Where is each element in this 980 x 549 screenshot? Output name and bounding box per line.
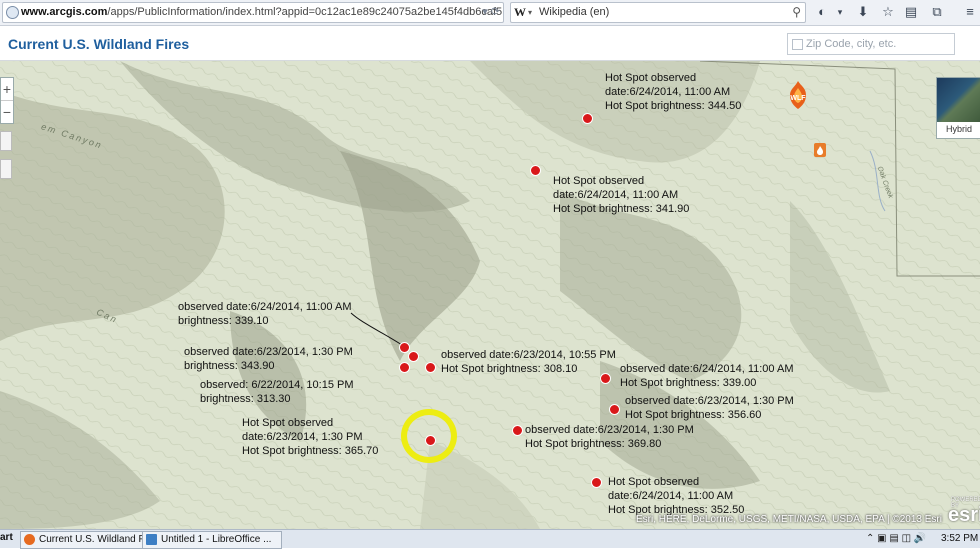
app-header: Current U.S. Wildland Fires Zip Code, ci… xyxy=(0,26,980,61)
bookmark-star-icon[interactable]: ☆ xyxy=(880,4,896,20)
hotspot-popup: Hot Spot observed date:6/23/2014, 1:30 PM… xyxy=(242,417,379,457)
topographic-basemap xyxy=(0,61,980,529)
globe-icon xyxy=(6,6,19,19)
location-search-input[interactable]: Zip Code, city, etc. xyxy=(787,33,955,55)
libreoffice-icon xyxy=(146,534,157,545)
hotspot-popup: Hot Spot observed date:6/24/2014, 11:00 A… xyxy=(553,175,690,215)
home-button[interactable] xyxy=(0,131,12,151)
taskbar-item-label: Current U.S. Wildland F... xyxy=(39,534,152,545)
hotspot-marker[interactable] xyxy=(512,425,523,436)
wildfire-incident-icon[interactable]: WLF xyxy=(786,80,810,110)
firefox-icon xyxy=(24,534,35,545)
address-bar[interactable]: www.arcgis.com/apps/PublicInformation/in… xyxy=(2,2,504,23)
zoom-in-button[interactable]: + xyxy=(1,78,13,100)
hotspot-popup: Hot Spot observed date:6/24/2014, 11:00 A… xyxy=(608,476,745,516)
hotspot-popup: observed date:6/23/2014, 1:30 PM brightne… xyxy=(184,346,353,372)
basemap-thumbnail xyxy=(937,78,980,122)
locate-button[interactable] xyxy=(0,159,12,179)
hotspot-marker[interactable] xyxy=(425,362,436,373)
addon-icon[interactable]: ◐ xyxy=(814,4,830,20)
hotspot-marker[interactable] xyxy=(399,342,410,353)
system-tray-icons[interactable]: ⌃ ▣ ▤ ◫ 🔊 xyxy=(866,531,926,547)
hotspot-marker[interactable] xyxy=(609,404,620,415)
search-placeholder: Zip Code, city, etc. xyxy=(806,38,897,50)
esri-logo[interactable]: esri xyxy=(948,504,980,527)
zoom-out-button[interactable]: − xyxy=(1,100,13,123)
map-attribution: Esri, HERE, DeLorme, USGS, METI/NASA, US… xyxy=(636,514,942,525)
location-icon xyxy=(792,39,803,50)
hotspot-popup: Hot Spot observed date:6/24/2014, 11:00 A… xyxy=(605,72,742,112)
taskbar-item-firefox[interactable]: Current U.S. Wildland F... xyxy=(20,531,160,549)
reload-icon[interactable]: ▾ ⟳ xyxy=(482,3,500,22)
hotspot-popup: observed date:6/24/2014, 11:00 AM Hot Spo… xyxy=(620,363,794,389)
hotspot-popup: observed date:6/23/2014, 1:30 PM Hot Spot… xyxy=(525,424,694,450)
hotspot-popup: observed date:6/23/2014, 1:30 PM Hot Spot… xyxy=(625,395,794,421)
hotspot-popup: observed date:6/23/2014, 10:55 PM Hot Spo… xyxy=(441,349,616,375)
menu-icon[interactable]: ≡ xyxy=(962,4,978,20)
start-button[interactable]: art xyxy=(0,532,13,543)
search-bar[interactable]: W ▾ Wikipedia (en) ⚲ xyxy=(510,2,806,23)
hotspot-marker[interactable] xyxy=(582,113,593,124)
wikipedia-icon[interactable]: W xyxy=(514,3,526,22)
clipboard-icon[interactable]: ▤ xyxy=(903,4,919,20)
taskbar: art Current U.S. Wildland F... Untitled … xyxy=(0,529,980,549)
browser-toolbar: www.arcgis.com/apps/PublicInformation/in… xyxy=(0,0,980,26)
basemap-label: Hybrid xyxy=(945,124,972,134)
dropdown-icon[interactable]: ▾ xyxy=(832,4,848,20)
page-title: Current U.S. Wildland Fires xyxy=(8,36,190,52)
fire-icon-label: WLF xyxy=(790,95,806,102)
hotspot-marker[interactable] xyxy=(425,435,436,446)
zoom-control: + − xyxy=(0,77,14,124)
basemap-toggle[interactable]: Hybrid xyxy=(936,77,980,139)
taskbar-item-label: Untitled 1 - LibreOffice ... xyxy=(161,534,272,545)
hotspot-marker[interactable] xyxy=(408,351,419,362)
clock: 3:52 PM xyxy=(941,533,979,544)
download-icon[interactable]: ⬇ xyxy=(855,4,871,20)
dropdown-icon[interactable]: ▾ xyxy=(528,3,532,22)
hotspot-marker[interactable] xyxy=(591,477,602,488)
search-engine-label: Wikipedia (en) xyxy=(539,6,610,18)
hotspot-marker[interactable] xyxy=(399,362,410,373)
map-view[interactable]: em Canyon Can Oak Creek + − Hybrid WLF H… xyxy=(0,61,980,529)
hotspot-marker[interactable] xyxy=(530,165,541,176)
taskbar-item-libreoffice[interactable]: Untitled 1 - LibreOffice ... xyxy=(142,531,282,549)
search-icon[interactable]: ⚲ xyxy=(792,3,801,22)
fire-report-icon[interactable] xyxy=(813,142,827,159)
hotspot-popup: observed date:6/24/2014, 11:00 AM brightn… xyxy=(178,301,352,327)
screenshot-icon[interactable]: ⧉ xyxy=(929,4,945,20)
url-text[interactable]: www.arcgis.com/apps/PublicInformation/in… xyxy=(21,3,502,22)
hotspot-popup: observed: 6/22/2014, 10:15 PM brightness:… xyxy=(200,379,354,405)
